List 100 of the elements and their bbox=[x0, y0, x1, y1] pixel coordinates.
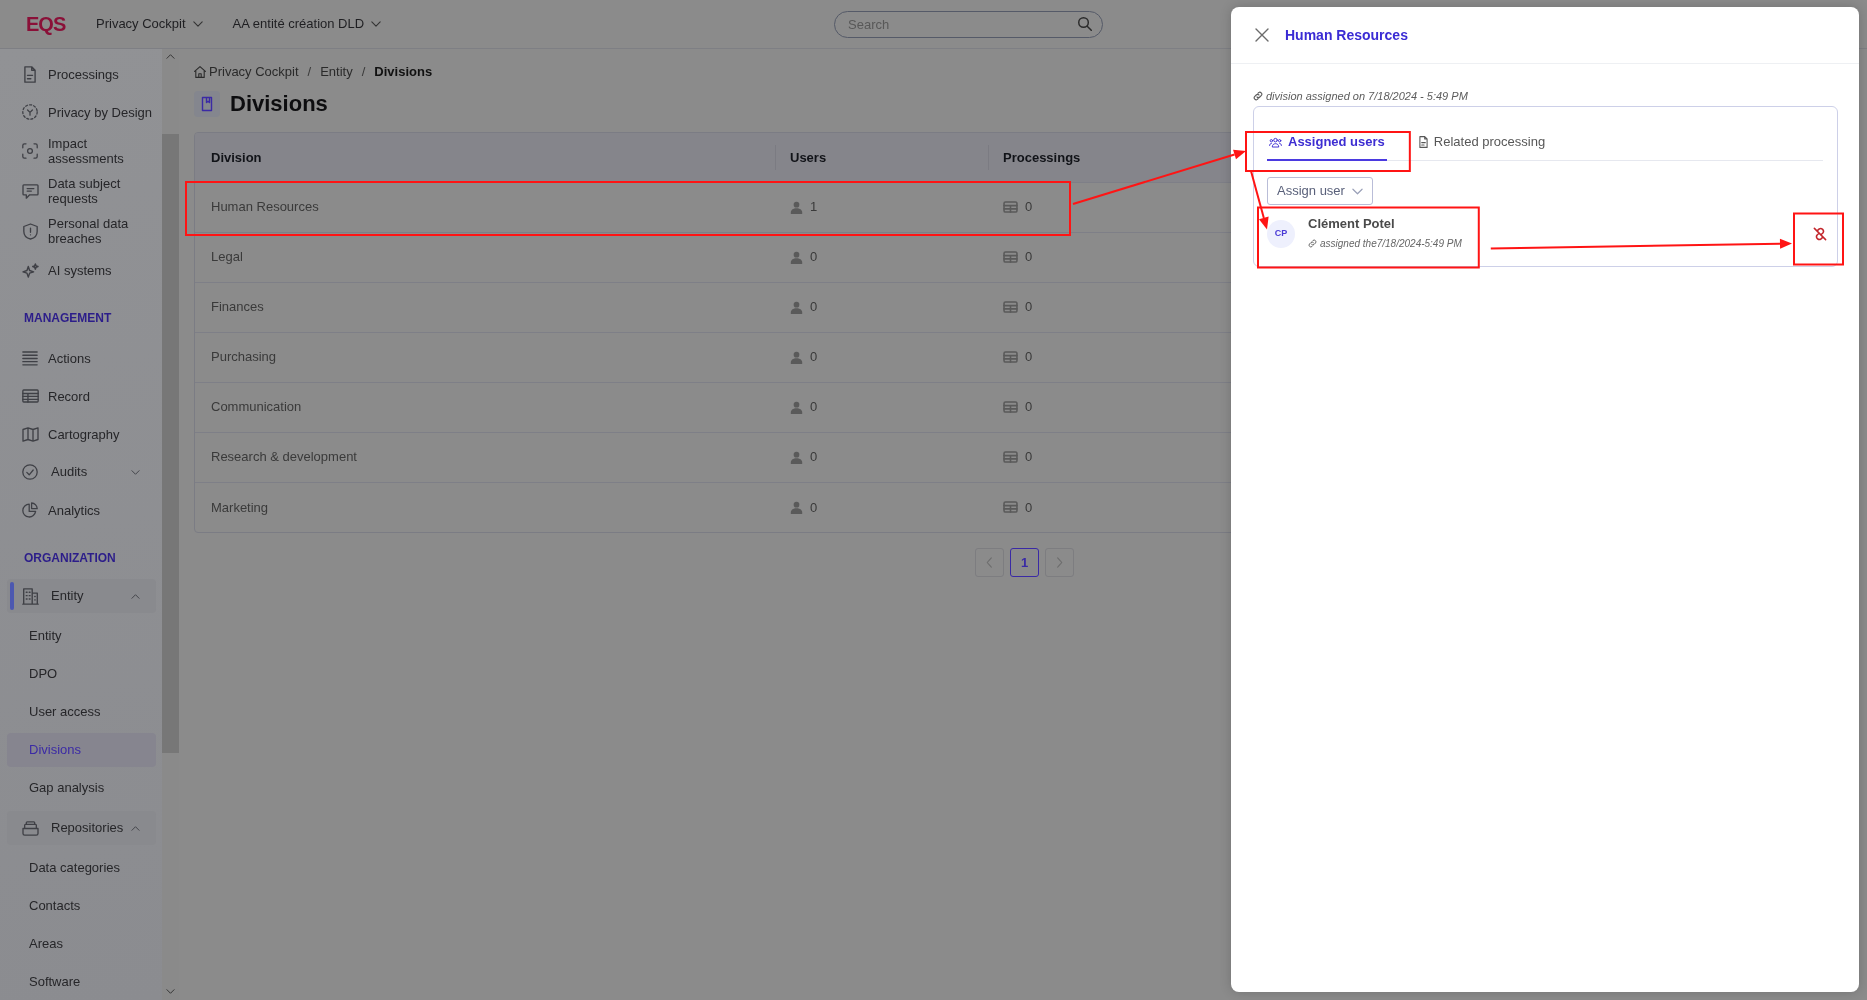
person-icon bbox=[790, 350, 803, 364]
tab[interactable]: Assigned users bbox=[1267, 125, 1387, 161]
user-count: 1 bbox=[810, 198, 818, 217]
dashed-frame-icon bbox=[22, 104, 38, 120]
sidebar-group[interactable]: Audits bbox=[7, 455, 156, 489]
sidebar-item[interactable]: Privacy by Design bbox=[7, 93, 158, 131]
sidebar-group[interactable]: Entity bbox=[7, 579, 156, 613]
column-header: Division bbox=[195, 133, 775, 182]
user-count: 0 bbox=[810, 248, 818, 267]
chevron-down-icon bbox=[192, 21, 203, 27]
chevron-down-icon bbox=[371, 21, 382, 27]
sidebar-item[interactable]: Cartography bbox=[7, 415, 158, 453]
sidebar-item[interactable]: Analytics bbox=[7, 491, 158, 529]
sidebar-item[interactable]: Processings bbox=[7, 55, 158, 93]
processing-count: 0 bbox=[1025, 348, 1033, 367]
caret-down-icon bbox=[166, 989, 175, 994]
person-icon bbox=[790, 250, 803, 264]
brand-logo[interactable]: EQS bbox=[26, 14, 96, 34]
bookmark-icon bbox=[194, 91, 220, 117]
table-icon bbox=[1003, 351, 1018, 363]
column-header: Users bbox=[775, 133, 988, 182]
document-icon bbox=[24, 65, 36, 83]
user-count: 0 bbox=[810, 448, 818, 467]
breadcrumb-separator: / bbox=[307, 64, 312, 80]
document-icon bbox=[1418, 136, 1428, 148]
link-icon bbox=[1308, 239, 1317, 248]
shield-alert-icon bbox=[22, 222, 38, 240]
table-cell: Human Resources bbox=[195, 182, 775, 232]
table-cell: Marketing bbox=[195, 482, 775, 532]
sidebar-item[interactable]: Data subject requests bbox=[7, 171, 158, 211]
map-icon bbox=[21, 426, 39, 442]
sidebar-item[interactable]: Actions bbox=[7, 339, 158, 377]
next-page-button[interactable] bbox=[1045, 548, 1074, 577]
building-icon bbox=[21, 587, 39, 605]
list-lines-icon bbox=[22, 350, 38, 366]
user-avatar: CP bbox=[1267, 219, 1295, 248]
processing-count: 0 bbox=[1025, 498, 1033, 517]
table-cell: Legal bbox=[195, 232, 775, 282]
table-icon bbox=[1003, 251, 1018, 263]
table-icon bbox=[21, 389, 39, 403]
assignment-date: assigned the7/18/2024-5:49 PM bbox=[1320, 237, 1462, 251]
annotation-arrow bbox=[1250, 170, 1269, 230]
sidebar-item[interactable]: User access bbox=[7, 695, 156, 729]
focus-frame-icon bbox=[22, 143, 38, 159]
sidebar-item[interactable]: Divisions bbox=[7, 733, 156, 767]
sidebar-item[interactable]: Record bbox=[7, 377, 158, 415]
people-icon bbox=[1269, 136, 1282, 148]
breadcrumb-link[interactable]: Privacy Cockpit bbox=[194, 64, 299, 80]
sidebar-item[interactable]: Data categories bbox=[7, 851, 156, 885]
close-icon bbox=[1255, 28, 1269, 42]
sidebar-item[interactable]: Contacts bbox=[7, 889, 156, 923]
processing-count: 0 bbox=[1025, 448, 1033, 467]
assignment-note: division assigned on 7/18/2024 - 5:49 PM bbox=[1266, 88, 1468, 104]
processing-count: 0 bbox=[1025, 198, 1033, 217]
home-icon bbox=[194, 66, 206, 78]
table-icon bbox=[1003, 451, 1018, 463]
breadcrumb-link[interactable]: Entity bbox=[320, 64, 353, 80]
section-heading: ORGANIZATION bbox=[24, 550, 117, 567]
person-icon bbox=[790, 500, 803, 514]
scrollbar-thumb[interactable] bbox=[162, 134, 179, 753]
assign-user-button[interactable]: Assign user bbox=[1267, 177, 1373, 205]
chevron-right-icon bbox=[1056, 557, 1063, 568]
person-icon bbox=[790, 200, 803, 214]
chevron-down-icon bbox=[1351, 187, 1363, 195]
user-name: Clément Potel bbox=[1308, 216, 1396, 232]
table-icon bbox=[1003, 401, 1018, 413]
sidebar-item[interactable]: Software bbox=[7, 965, 156, 999]
sidebar-item[interactable]: DPO bbox=[7, 657, 156, 691]
previous-page-button[interactable] bbox=[975, 548, 1004, 577]
user-count: 0 bbox=[810, 498, 818, 517]
sidebar-item[interactable]: Gap analysis bbox=[7, 771, 156, 805]
menu-dropdown[interactable]: Privacy Cockpit bbox=[96, 14, 203, 34]
person-icon bbox=[790, 300, 803, 314]
table-cell: Finances bbox=[195, 282, 775, 332]
table-icon bbox=[1003, 201, 1018, 213]
pie-chart-icon bbox=[22, 502, 38, 518]
sidebar-item[interactable]: AI systems bbox=[7, 251, 158, 289]
page-title: Divisions bbox=[230, 91, 328, 117]
person-icon bbox=[790, 400, 803, 414]
search-icon bbox=[1078, 16, 1092, 31]
caret-up-icon bbox=[166, 54, 175, 59]
sidebar-item[interactable]: Impact assessments bbox=[7, 131, 158, 171]
breadcrumb-current: Divisions bbox=[374, 64, 433, 80]
sidebar-item[interactable]: Areas bbox=[7, 927, 156, 961]
processing-count: 0 bbox=[1025, 248, 1033, 267]
person-icon bbox=[790, 450, 803, 464]
chat-bubble-icon bbox=[21, 183, 39, 199]
sidebar-item[interactable]: Entity bbox=[7, 619, 156, 653]
sidebar-item[interactable]: Personal data breaches bbox=[7, 211, 158, 251]
processing-count: 0 bbox=[1025, 398, 1033, 417]
menu-dropdown[interactable]: AA entité création DLD bbox=[232, 14, 382, 34]
page-button[interactable]: 1 bbox=[1010, 548, 1039, 577]
user-count: 0 bbox=[810, 298, 818, 317]
close-button[interactable] bbox=[1255, 28, 1269, 42]
sparkles-icon bbox=[21, 262, 39, 278]
archive-box-icon bbox=[21, 820, 39, 836]
drawer-title: Human Resources bbox=[1285, 25, 1408, 45]
chevron-left-icon bbox=[986, 557, 993, 568]
processing-count: 0 bbox=[1025, 298, 1033, 317]
sidebar-group[interactable]: Repositories bbox=[7, 811, 156, 845]
